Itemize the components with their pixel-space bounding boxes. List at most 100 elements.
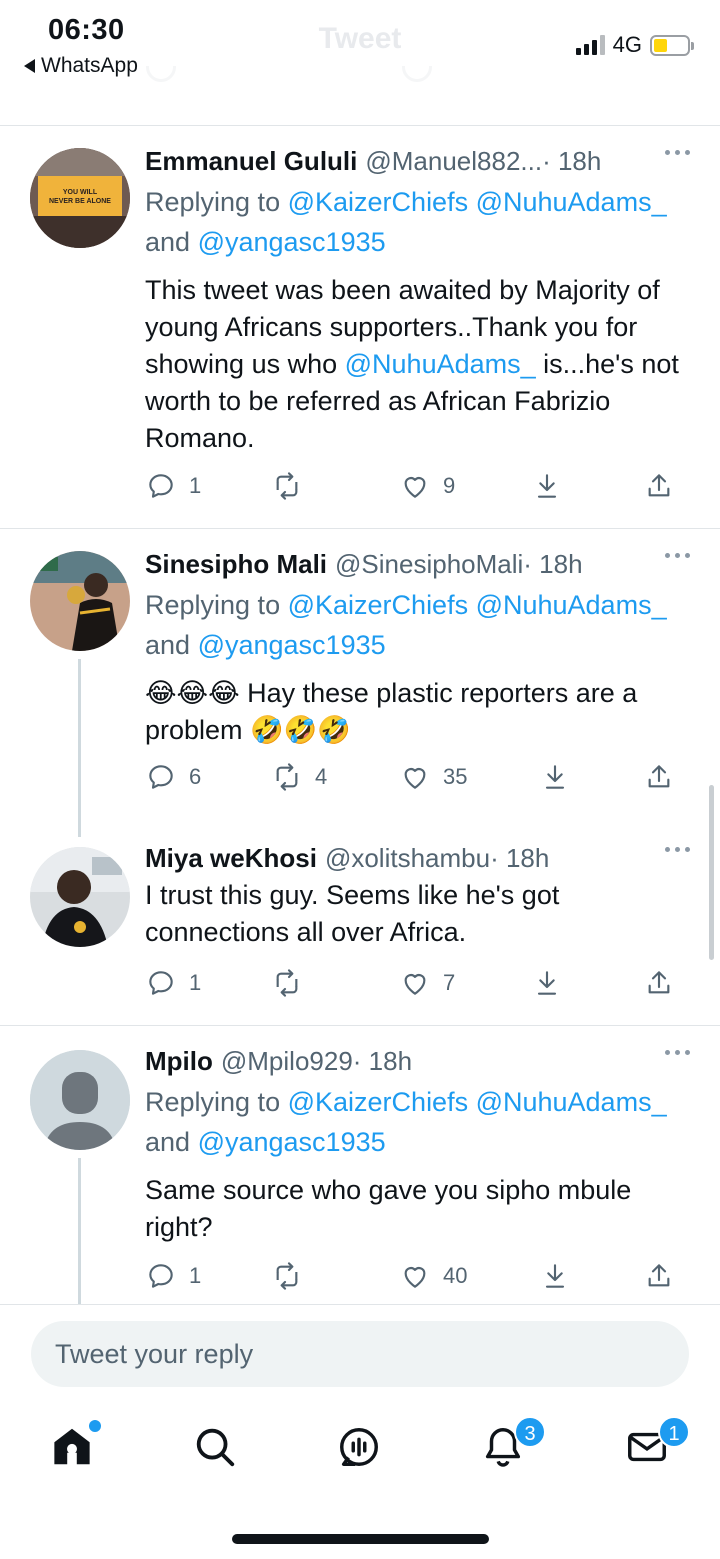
status-indicators: 4G bbox=[575, 32, 694, 58]
retweet-button[interactable] bbox=[271, 1260, 315, 1292]
tweet-time: · 18h bbox=[523, 549, 583, 579]
back-to-app[interactable]: WhatsApp bbox=[24, 54, 138, 78]
author-name[interactable]: Emmanuel Gululi bbox=[145, 144, 357, 178]
tweet[interactable]: Mpilo @Mpilo929 · 18h Replying to @Kaize… bbox=[0, 1026, 720, 1304]
author-handle[interactable]: @Mpilo929 bbox=[221, 1044, 353, 1078]
mention-link[interactable]: @yangasc1935 bbox=[198, 1127, 386, 1157]
avatar[interactable]: YOU WILL NEVER BE ALONE bbox=[30, 148, 130, 248]
tweet-actions: 1 9 bbox=[145, 470, 690, 510]
tweet-actions: 1 7 bbox=[145, 967, 690, 1007]
like-count: 7 bbox=[443, 970, 456, 995]
more-options-icon[interactable] bbox=[665, 1050, 690, 1055]
reply-icon bbox=[149, 971, 173, 995]
bookmark-button[interactable] bbox=[539, 1260, 571, 1292]
tweet[interactable]: YOU WILL NEVER BE ALONE Emmanuel Gululi … bbox=[0, 126, 720, 528]
mention-link[interactable]: @KaizerChiefs @NuhuAdams_ bbox=[288, 1087, 667, 1117]
heart-icon bbox=[404, 477, 426, 498]
tweet-text: This tweet was been awaited by Majority … bbox=[145, 275, 679, 453]
reply-icon bbox=[149, 1264, 173, 1288]
avatar[interactable] bbox=[30, 551, 130, 651]
tweet[interactable]: Miya weKhosi @xolitshambu · 18h I trust … bbox=[0, 825, 720, 1025]
back-arrow-icon bbox=[24, 59, 35, 73]
retweet-count: 4 bbox=[315, 764, 328, 789]
share-icon bbox=[648, 474, 670, 497]
tweet-actions: 6 4 35 bbox=[145, 761, 690, 801]
download-arrow-icon bbox=[545, 765, 565, 789]
tweet-body: Miya weKhosi @xolitshambu · 18h I trust … bbox=[145, 841, 690, 951]
replying-to: Replying to @KaizerChiefs @NuhuAdams_ an… bbox=[145, 187, 667, 257]
reply-button[interactable]: 1 bbox=[145, 1260, 201, 1292]
more-options-icon[interactable] bbox=[665, 847, 690, 852]
scrollbar[interactable] bbox=[709, 785, 714, 960]
share-button[interactable] bbox=[643, 1260, 675, 1292]
reply-button[interactable]: 1 bbox=[145, 967, 201, 999]
retweet-icon bbox=[276, 763, 298, 791]
svg-text:YOU WILL: YOU WILL bbox=[63, 189, 98, 196]
reply-count: 1 bbox=[189, 473, 202, 498]
home-indicator[interactable] bbox=[232, 1534, 489, 1544]
replying-to: Replying to @KaizerChiefs @NuhuAdams_ an… bbox=[145, 1087, 667, 1157]
share-button[interactable] bbox=[643, 761, 675, 793]
tweet-body: Emmanuel Gululi @Manuel882... · 18h Repl… bbox=[145, 144, 690, 457]
like-button[interactable]: 9 bbox=[399, 470, 455, 502]
reply-button[interactable]: 1 bbox=[145, 470, 201, 502]
download-arrow-icon bbox=[537, 971, 557, 995]
tab-notifications[interactable]: 3 bbox=[480, 1416, 546, 1474]
share-button[interactable] bbox=[643, 470, 675, 502]
tweet-time: · 18h bbox=[352, 1046, 413, 1076]
reply-icon bbox=[149, 765, 173, 789]
like-count: 40 bbox=[443, 1263, 468, 1288]
avatar[interactable] bbox=[30, 1050, 130, 1150]
share-icon bbox=[648, 1264, 670, 1287]
new-content-dot bbox=[89, 1420, 101, 1432]
reply-count: 1 bbox=[189, 970, 202, 995]
retweet-button[interactable] bbox=[271, 470, 315, 502]
tab-spaces[interactable] bbox=[336, 1424, 386, 1474]
more-options-icon[interactable] bbox=[665, 150, 690, 155]
retweet-button[interactable]: 4 bbox=[271, 761, 327, 793]
tab-home[interactable] bbox=[49, 1420, 101, 1474]
tweet-header: Mpilo @Mpilo929 · 18h bbox=[145, 1044, 690, 1078]
author-name[interactable]: Sinesipho Mali bbox=[145, 547, 327, 581]
author-handle[interactable]: @SinesiphoMali bbox=[335, 547, 523, 581]
share-button[interactable] bbox=[643, 967, 675, 999]
mention-link[interactable]: @NuhuAdams_ bbox=[345, 349, 536, 379]
tweet-header: Miya weKhosi @xolitshambu · 18h bbox=[145, 841, 690, 875]
author-name[interactable]: Mpilo bbox=[145, 1044, 213, 1078]
tweet[interactable]: Sinesipho Mali @SinesiphoMali · 18h Repl… bbox=[0, 529, 720, 837]
mention-link[interactable]: @yangasc1935 bbox=[198, 227, 386, 257]
author-handle[interactable]: @xolitshambu bbox=[325, 841, 490, 875]
tab-search[interactable] bbox=[192, 1424, 242, 1474]
retweet-icon bbox=[276, 969, 298, 997]
download-arrow-icon bbox=[537, 474, 557, 498]
mention-link[interactable]: @KaizerChiefs @NuhuAdams_ bbox=[288, 590, 667, 620]
bookmark-button[interactable] bbox=[539, 761, 571, 793]
tweet-body: Mpilo @Mpilo929 · 18h Replying to @Kaize… bbox=[145, 1044, 690, 1246]
mention-link[interactable]: @KaizerChiefs @NuhuAdams_ bbox=[288, 187, 667, 217]
like-button[interactable]: 35 bbox=[399, 761, 467, 793]
tweet-actions: 1 40 bbox=[145, 1260, 690, 1300]
reply-count: 1 bbox=[189, 1263, 202, 1288]
retweet-button[interactable] bbox=[271, 967, 315, 999]
reply-button[interactable]: 6 bbox=[145, 761, 201, 793]
default-avatar-icon bbox=[30, 1050, 130, 1150]
thread-line bbox=[78, 659, 81, 837]
heart-icon bbox=[404, 974, 426, 995]
author-handle[interactable]: @Manuel882... bbox=[365, 144, 542, 178]
more-options-icon[interactable] bbox=[665, 553, 690, 558]
reply-count: 6 bbox=[189, 764, 202, 789]
like-button[interactable]: 40 bbox=[399, 1260, 467, 1292]
bookmark-button[interactable] bbox=[531, 967, 563, 999]
like-button[interactable]: 7 bbox=[399, 967, 455, 999]
back-app-label: WhatsApp bbox=[41, 54, 138, 77]
reply-composer: Tweet your reply bbox=[0, 1304, 720, 1404]
avatar[interactable] bbox=[30, 847, 130, 947]
mention-link[interactable]: @yangasc1935 bbox=[198, 630, 386, 660]
author-name[interactable]: Miya weKhosi bbox=[145, 841, 317, 875]
tab-messages[interactable]: 1 bbox=[624, 1416, 690, 1474]
like-count: 9 bbox=[443, 473, 456, 498]
reply-input[interactable]: Tweet your reply bbox=[31, 1321, 689, 1387]
share-icon bbox=[648, 971, 670, 994]
bookmark-button[interactable] bbox=[531, 470, 563, 502]
heart-icon bbox=[404, 768, 426, 789]
